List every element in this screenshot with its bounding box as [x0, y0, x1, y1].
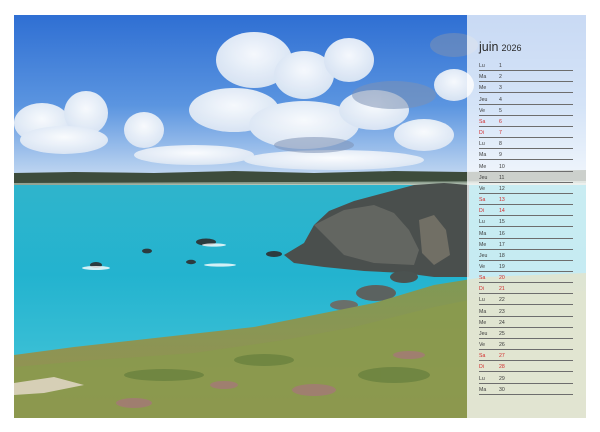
day-row: Jeu 18	[479, 250, 573, 261]
day-number: 30	[499, 386, 505, 393]
day-abbrev: Me	[479, 241, 487, 248]
day-number: 18	[499, 252, 505, 259]
day-row: Lu 22	[479, 294, 573, 306]
day-number: 14	[499, 208, 505, 215]
day-number: 28	[499, 364, 505, 371]
day-row: Di 14	[479, 205, 573, 217]
day-row: Lu 1	[479, 60, 573, 72]
day-number: 29	[499, 375, 505, 382]
day-number: 1	[499, 63, 502, 70]
day-row: Ma 9	[479, 149, 573, 161]
day-number: 11	[499, 174, 505, 181]
day-abbrev: Ma	[479, 386, 487, 393]
day-row: Di 28	[479, 361, 573, 373]
day-row: Ve 5	[479, 105, 573, 116]
day-number: 16	[499, 230, 505, 237]
day-row: Sa 27	[479, 350, 573, 362]
day-row: Me 3	[479, 82, 573, 94]
day-number: 15	[499, 219, 505, 226]
day-abbrev: Sa	[479, 353, 486, 360]
day-abbrev: Di	[479, 130, 484, 137]
day-row: Di 21	[479, 283, 573, 295]
day-number: 20	[499, 275, 505, 282]
day-row: Sa 6	[479, 116, 573, 127]
day-number: 24	[499, 319, 505, 326]
day-list: Lu 1 Ma 2 Me 3 Jeu 4 Ve 5 Sa 6 Di 7 Lu 8 Ma 9 Me 10 Jeu 11 Ve 1…	[467, 60, 586, 395]
day-row: Jeu 25	[479, 328, 573, 339]
day-abbrev: Lu	[479, 63, 485, 70]
day-number: 22	[499, 297, 505, 304]
day-number: 12	[499, 185, 505, 192]
day-row: Jeu 11	[479, 172, 573, 183]
day-row: Me 17	[479, 239, 573, 250]
day-number: 10	[499, 163, 505, 170]
day-number: 13	[499, 197, 505, 204]
day-row: Lu 15	[479, 216, 573, 228]
day-abbrev: Ve	[479, 263, 486, 270]
day-abbrev: Lu	[479, 219, 485, 226]
day-abbrev: Ve	[479, 107, 486, 114]
day-abbrev: Ma	[479, 152, 487, 159]
day-abbrev: Jeu	[479, 252, 488, 259]
day-number: 17	[499, 241, 505, 248]
day-abbrev: Lu	[479, 297, 485, 304]
day-abbrev: Me	[479, 163, 487, 170]
day-number: 7	[499, 130, 502, 137]
day-abbrev: Ma	[479, 74, 487, 81]
year-label: 2026	[501, 43, 522, 53]
day-abbrev: Lu	[479, 375, 485, 382]
day-row: Sa 13	[479, 194, 573, 206]
day-number: 26	[499, 342, 505, 349]
day-abbrev: Sa	[479, 118, 486, 125]
calendar-panel: juin 2026 Lu 1 Ma 2 Me 3 Jeu 4 Ve 5 Sa 6 Di 7 Lu 8 Ma 9 Me 1…	[467, 15, 586, 418]
day-number: 8	[499, 141, 502, 148]
day-row: Lu 8	[479, 138, 573, 150]
day-number: 9	[499, 152, 502, 159]
day-abbrev: Jeu	[479, 330, 488, 337]
day-number: 3	[499, 85, 502, 92]
day-row: Ma 16	[479, 227, 573, 239]
day-abbrev: Di	[479, 364, 484, 371]
day-abbrev: Jeu	[479, 174, 488, 181]
month-title: juin 2026	[479, 40, 522, 54]
day-number: 21	[499, 286, 505, 293]
month-name: juin	[479, 40, 499, 54]
day-row: Me 10	[479, 160, 573, 172]
day-row: Ve 12	[479, 183, 573, 194]
day-row: Ma 30	[479, 384, 573, 395]
day-abbrev: Sa	[479, 275, 486, 282]
day-number: 23	[499, 308, 505, 315]
day-abbrev: Sa	[479, 197, 486, 204]
day-number: 6	[499, 118, 502, 125]
day-row: Ve 19	[479, 261, 573, 272]
day-row: Di 7	[479, 127, 573, 139]
day-row: Ma 2	[479, 71, 573, 83]
day-row: Me 24	[479, 317, 573, 328]
day-abbrev: Di	[479, 208, 484, 215]
day-abbrev: Me	[479, 319, 487, 326]
day-row: Sa 20	[479, 272, 573, 284]
day-row: Lu 29	[479, 372, 573, 384]
day-row: Jeu 4	[479, 93, 573, 105]
day-abbrev: Ma	[479, 308, 487, 315]
day-abbrev: Me	[479, 85, 487, 92]
day-abbrev: Jeu	[479, 96, 488, 103]
day-abbrev: Ve	[479, 185, 486, 192]
day-number: 25	[499, 330, 505, 337]
day-abbrev: Ve	[479, 342, 486, 349]
day-row: Ma 23	[479, 305, 573, 317]
day-number: 27	[499, 353, 505, 360]
day-number: 5	[499, 107, 502, 114]
day-abbrev: Di	[479, 286, 484, 293]
day-abbrev: Lu	[479, 141, 485, 148]
day-number: 4	[499, 96, 502, 103]
day-number: 19	[499, 263, 505, 270]
day-abbrev: Ma	[479, 230, 487, 237]
day-row: Ve 26	[479, 339, 573, 351]
day-number: 2	[499, 74, 502, 81]
